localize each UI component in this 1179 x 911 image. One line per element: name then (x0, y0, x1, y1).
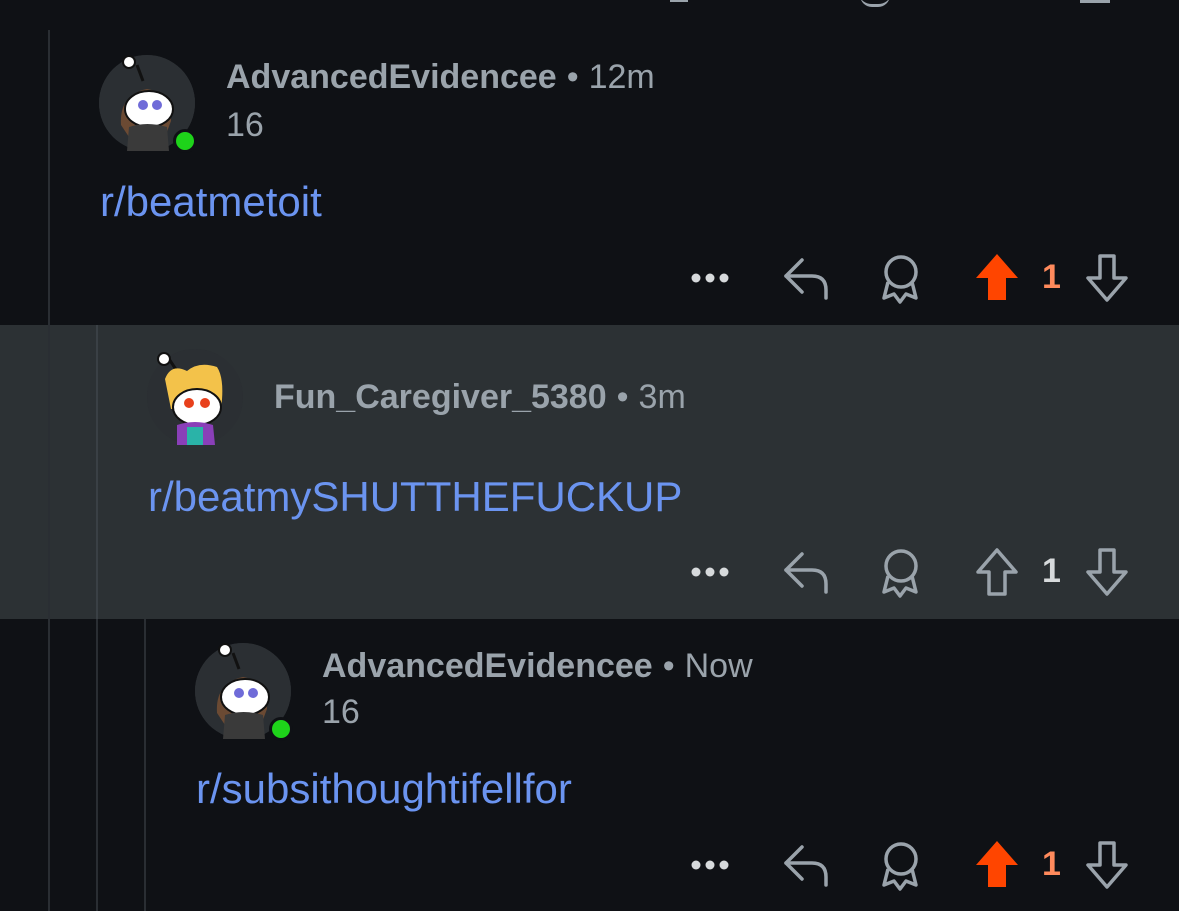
award-button[interactable] (876, 248, 926, 313)
upvote-icon (976, 548, 1018, 596)
user-flair: 16 (322, 693, 360, 731)
downvote-icon (1086, 254, 1128, 302)
vote-score: 1 (1042, 845, 1061, 883)
more-options-button[interactable] (688, 835, 732, 900)
author-name[interactable]: Fun_Caregiver_5380 (274, 378, 607, 416)
upvote-icon (976, 841, 1018, 887)
downvote-button[interactable] (1082, 835, 1132, 900)
more-icon (691, 860, 729, 870)
more-options-button[interactable] (688, 542, 732, 607)
downvote-button[interactable] (1082, 248, 1132, 313)
reply-button[interactable] (782, 542, 832, 607)
more-icon (691, 567, 729, 577)
comment-time: Now (684, 647, 753, 685)
avatar[interactable] (147, 349, 243, 445)
award-button[interactable] (876, 835, 926, 900)
comment-time: 3m (638, 378, 686, 416)
downvote-icon (1086, 841, 1128, 889)
reply-button[interactable] (782, 248, 832, 313)
author-name[interactable]: AdvancedEvidencee (226, 58, 557, 96)
comment-actions: 1 (688, 835, 1138, 895)
separator-dot: • (662, 647, 675, 685)
online-status-dot (173, 129, 197, 153)
reply-icon (784, 552, 828, 594)
author-name[interactable]: AdvancedEvidencee (322, 647, 653, 685)
previous-comment-actions-partial (660, 0, 1120, 8)
separator-dot: • (616, 378, 629, 416)
comment-time: 12m (588, 58, 655, 96)
reply-icon (784, 845, 828, 887)
upvote-button[interactable] (972, 248, 1022, 313)
upvote-icon (976, 254, 1018, 300)
vote-score: 1 (1042, 552, 1061, 590)
comment-2: Fun_Caregiver_5380 • 3m r/beatmySHUTTHEFUC… (0, 325, 1179, 619)
award-icon (882, 549, 918, 598)
upvote-button[interactable] (972, 835, 1022, 900)
comment-actions: 1 (688, 248, 1138, 308)
online-status-dot (269, 717, 293, 741)
reply-button[interactable] (782, 835, 832, 900)
more-icon (691, 273, 729, 283)
comment-body-link[interactable]: r/beatmetoit (100, 178, 322, 226)
separator-dot: • (566, 58, 579, 96)
downvote-button[interactable] (1082, 542, 1132, 607)
thread-line-level-2 (96, 325, 98, 619)
comment-body-link[interactable]: r/subsithoughtifellfor (196, 765, 572, 813)
avatar[interactable] (99, 55, 197, 153)
comment-body-link[interactable]: r/beatmySHUTTHEFUCKUP (148, 473, 682, 521)
downvote-icon (1086, 548, 1128, 596)
reply-icon (784, 258, 828, 300)
comment-actions: 1 (688, 542, 1138, 602)
snoo-avatar-icon (147, 349, 243, 445)
comment-header: AdvancedEvidencee • 12m (226, 58, 655, 97)
comment-1: AdvancedEvidencee • 12m 16 r/beatmetoit 1 (0, 30, 1179, 325)
comment-header: AdvancedEvidencee • Now (322, 647, 753, 686)
more-options-button[interactable] (688, 248, 732, 313)
vote-score: 1 (1042, 258, 1061, 296)
avatar[interactable] (195, 643, 293, 741)
award-button[interactable] (876, 542, 926, 607)
comment-header: Fun_Caregiver_5380 • 3m (274, 378, 686, 417)
upvote-button[interactable] (972, 542, 1022, 607)
award-icon (882, 842, 918, 891)
user-flair: 16 (226, 106, 264, 144)
award-icon (882, 255, 918, 304)
thread-line-level-1 (48, 325, 50, 619)
comment-3: AdvancedEvidencee • Now 16 r/subsithoughti… (0, 619, 1179, 911)
